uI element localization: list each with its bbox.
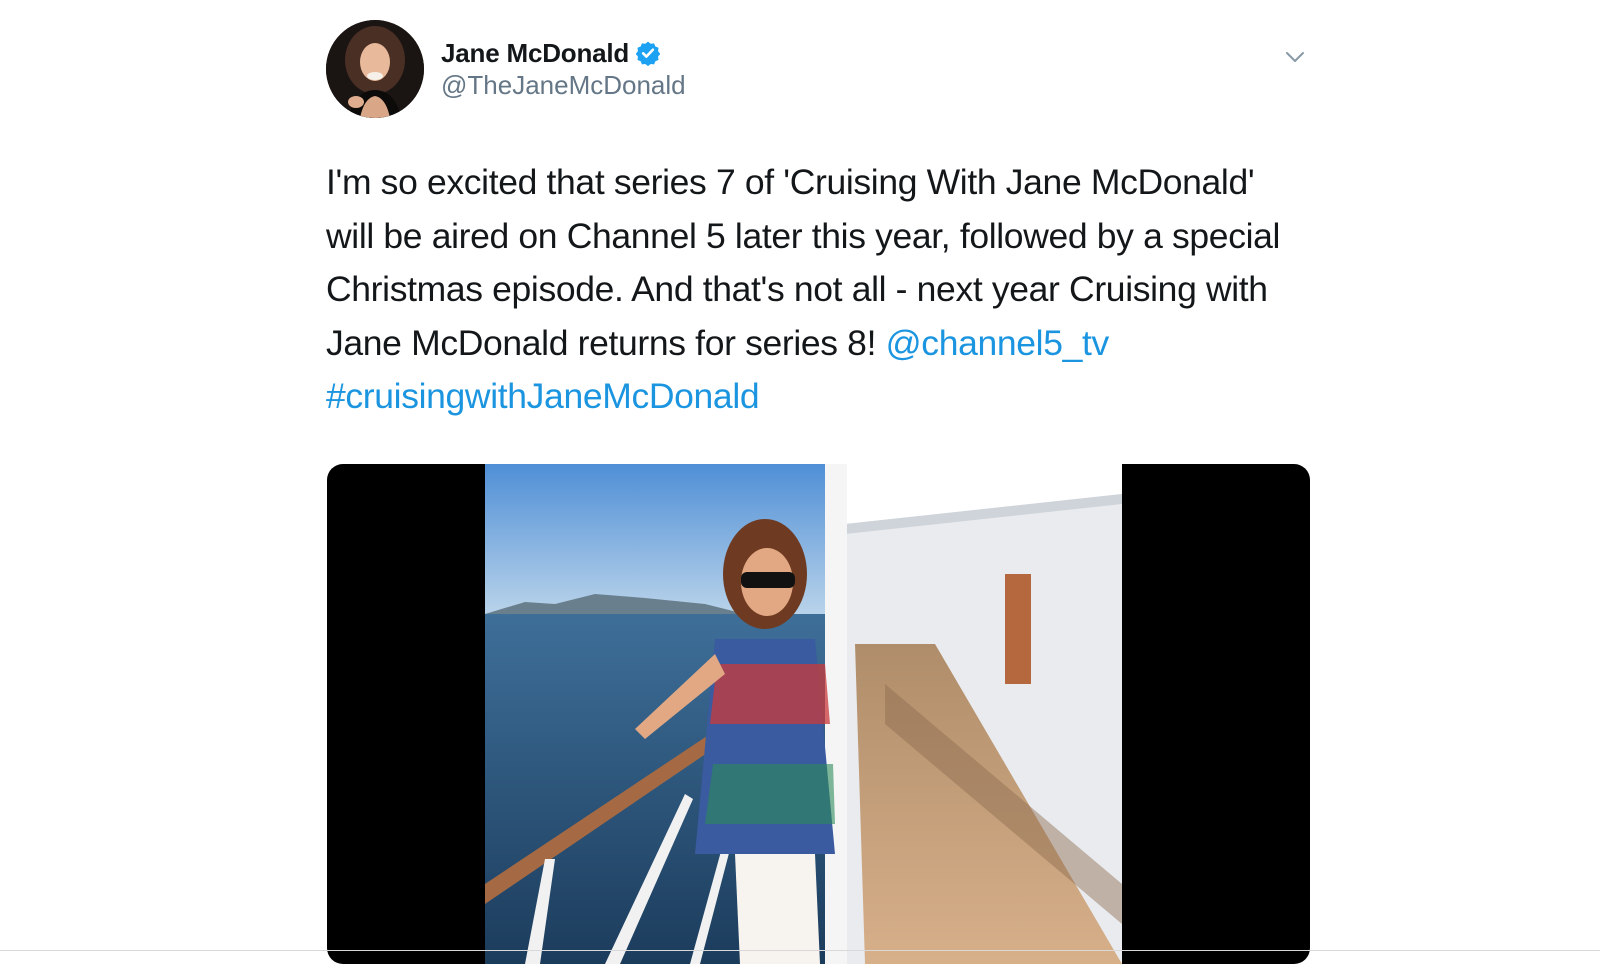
verified-badge-icon [635, 40, 661, 67]
author-handle[interactable]: @TheJaneMcDonald [441, 70, 686, 101]
chevron-down-icon[interactable] [1280, 42, 1310, 72]
tweet-text: I'm so excited that series 7 of 'Cruisin… [326, 156, 1310, 424]
cruise-deck-photo[interactable] [485, 464, 1122, 964]
avatar[interactable] [326, 20, 424, 118]
tweet-body: I'm so excited that series 7 of 'Cruisin… [326, 162, 1281, 363]
divider [0, 950, 1600, 951]
tweet-media[interactable] [327, 464, 1310, 964]
hashtag-link[interactable]: #cruisingwithJaneMcDonald [326, 376, 760, 416]
author-display-name[interactable]: Jane McDonald [441, 38, 629, 69]
author-names: Jane McDonald @TheJaneMcDonald [441, 36, 686, 101]
mention-link[interactable]: @channel5_tv [886, 323, 1110, 363]
tweet: Jane McDonald @TheJaneMcDonald I'm so ex… [326, 20, 1310, 424]
tweet-header: Jane McDonald @TheJaneMcDonald [326, 20, 1310, 120]
display-name-row: Jane McDonald [441, 36, 686, 70]
avatar-image [326, 20, 424, 118]
